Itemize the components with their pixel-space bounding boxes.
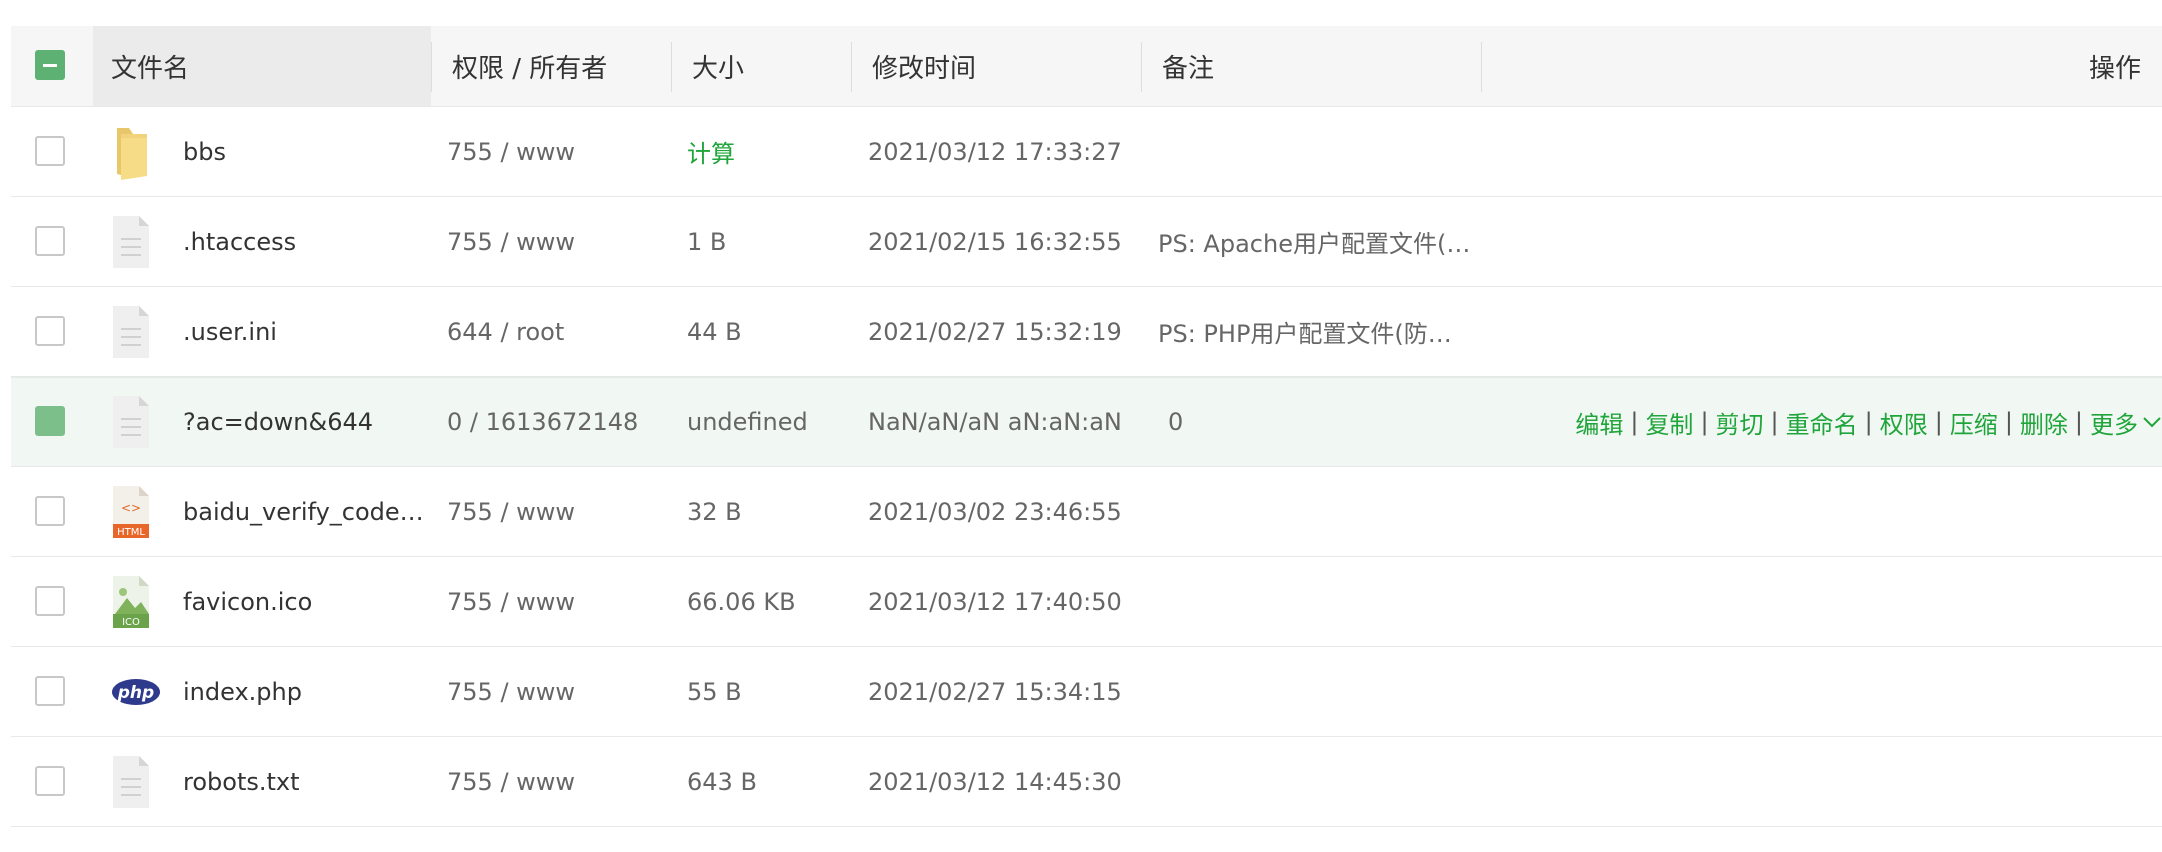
delete-button[interactable]: 删除 <box>2020 405 2068 440</box>
modified-time: NaN/aN/aN aN:aN:aN <box>868 408 1122 436</box>
table-header: 文件名 权限 / 所有者 大小 修改时间 备注 操作 <box>11 26 2162 107</box>
modified-time: 2021/02/27 15:34:15 <box>868 677 1122 706</box>
file-name[interactable]: ?ac=down&644 <box>183 378 425 466</box>
table-row[interactable]: robots.txt 755 / www 643 B 2021/03/12 14… <box>11 737 2162 827</box>
html-badge: HTML <box>117 527 145 538</box>
file-size: 643 B <box>687 767 757 796</box>
file-permission[interactable]: 755 / www <box>447 557 575 646</box>
row-checkbox[interactable] <box>35 765 65 796</box>
row-checkbox[interactable] <box>35 225 65 256</box>
php-badge: php <box>117 683 154 703</box>
column-header-ops: 操作 <box>2088 53 2141 84</box>
file-name[interactable]: .htaccess <box>183 197 425 286</box>
table-row[interactable]: .htaccess 755 / www 1 B 2021/02/15 16:32… <box>11 197 2162 287</box>
column-header-mtime[interactable]: 修改时间 <box>872 26 976 106</box>
row-checkbox[interactable] <box>35 495 65 526</box>
file-name[interactable]: favicon.ico <box>183 557 425 646</box>
file-size: 55 B <box>687 677 742 706</box>
modified-time: 2021/03/12 17:40:50 <box>868 587 1122 616</box>
html-file-icon: <> HTML <box>113 485 149 538</box>
modified-time: 2021/03/12 17:33:27 <box>868 137 1122 166</box>
file-permission[interactable]: 755 / www <box>447 197 575 286</box>
file-name[interactable]: robots.txt <box>183 737 425 826</box>
row-checkbox[interactable] <box>35 675 65 706</box>
column-header-perm[interactable]: 权限 / 所有者 <box>452 26 607 106</box>
edit-button[interactable]: 编辑 <box>1575 405 1623 440</box>
file-permission[interactable]: 755 / www <box>447 737 575 826</box>
file-size: 32 B <box>687 497 742 526</box>
file-icon <box>113 305 149 358</box>
column-divider[interactable] <box>851 42 852 92</box>
table-row[interactable]: ICO favicon.ico 755 / www 66.06 KB 2021/… <box>11 557 2162 647</box>
file-permission[interactable]: 0 / 1613672148 <box>447 378 638 466</box>
row-checkbox[interactable] <box>35 585 65 616</box>
row-actions: 编辑 | 复制 | 剪切 | 重命名 | 权限 | 压缩 | 删除 | 更多 <box>1575 378 2162 466</box>
action-separator: | <box>2074 408 2083 436</box>
cut-button[interactable]: 剪切 <box>1716 405 1764 440</box>
file-size: 44 B <box>687 317 742 346</box>
file-permission[interactable]: 755 / www <box>447 107 575 196</box>
image-file-icon: ICO <box>113 575 149 628</box>
folder-icon <box>117 127 147 180</box>
file-name[interactable]: .user.ini <box>183 287 425 376</box>
modified-time: 2021/03/02 23:46:55 <box>868 497 1122 526</box>
chevron-down-icon[interactable] <box>2142 415 2162 429</box>
action-separator: | <box>1770 408 1779 436</box>
file-size: 66.06 KB <box>687 587 796 616</box>
column-header-name[interactable]: 文件名 <box>111 26 189 106</box>
table-row[interactable]: .user.ini 644 / root 44 B 2021/02/27 15:… <box>11 287 2162 377</box>
copy-button[interactable]: 复制 <box>1645 405 1693 440</box>
modified-time: 2021/02/15 16:32:55 <box>868 227 1122 256</box>
file-note[interactable]: 0 <box>1168 378 1498 466</box>
file-permission[interactable]: 644 / root <box>447 287 564 376</box>
table-row[interactable]: bbs 755 / www 计算 2021/03/12 17:33:27 <box>11 107 2162 197</box>
code-glyph: <> <box>121 501 141 515</box>
file-note[interactable]: PS: PHP用户配置文件(防… <box>1158 287 1488 376</box>
file-size: undefined <box>687 408 808 436</box>
file-name[interactable]: baidu_verify_code-… <box>183 467 425 556</box>
ico-badge: ICO <box>122 617 140 628</box>
file-name[interactable]: index.php <box>183 647 425 736</box>
action-separator: | <box>1700 408 1709 436</box>
file-permission[interactable]: 755 / www <box>447 647 575 736</box>
modified-time: 2021/02/27 15:32:19 <box>868 317 1122 346</box>
file-name[interactable]: bbs <box>183 107 425 196</box>
file-table: 文件名 权限 / 所有者 大小 修改时间 备注 操作 bbs 755 / www… <box>11 26 2162 827</box>
table-row-selected[interactable]: ?ac=down&644 0 / 1613672148 undefined Na… <box>11 377 2162 467</box>
column-header-note[interactable]: 备注 <box>1162 26 1214 106</box>
permission-button[interactable]: 权限 <box>1880 405 1928 440</box>
more-button[interactable]: 更多 <box>2090 405 2138 440</box>
calculate-size-link[interactable]: 计算 <box>687 107 735 196</box>
action-separator: | <box>2004 408 2013 436</box>
action-separator: | <box>1934 408 1943 436</box>
file-icon <box>113 215 149 268</box>
rename-button[interactable]: 重命名 <box>1786 405 1858 440</box>
column-divider[interactable] <box>1481 42 1482 92</box>
table-row[interactable]: php index.php 755 / www 55 B 2021/02/27 … <box>11 647 2162 737</box>
action-separator: | <box>1864 408 1873 436</box>
compress-button[interactable]: 压缩 <box>1950 405 1998 440</box>
column-divider[interactable] <box>1141 42 1142 92</box>
php-file-icon: php <box>112 678 160 705</box>
column-header-size[interactable]: 大小 <box>692 26 744 106</box>
modified-time: 2021/03/12 14:45:30 <box>868 767 1122 796</box>
table-row[interactable]: <> HTML baidu_verify_code-… 755 / www 32… <box>11 467 2162 557</box>
row-checkbox[interactable] <box>35 135 65 166</box>
action-separator: | <box>1630 408 1639 436</box>
file-permission[interactable]: 755 / www <box>447 467 575 556</box>
row-checkbox[interactable] <box>35 406 65 436</box>
file-note[interactable]: PS: Apache用户配置文件(… <box>1158 197 1488 286</box>
file-size: 1 B <box>687 227 727 256</box>
column-divider[interactable] <box>671 42 672 92</box>
row-checkbox[interactable] <box>35 315 65 346</box>
file-icon <box>113 396 149 448</box>
select-all-checkbox[interactable] <box>35 50 65 80</box>
file-icon <box>113 755 149 808</box>
column-divider[interactable] <box>431 42 432 92</box>
